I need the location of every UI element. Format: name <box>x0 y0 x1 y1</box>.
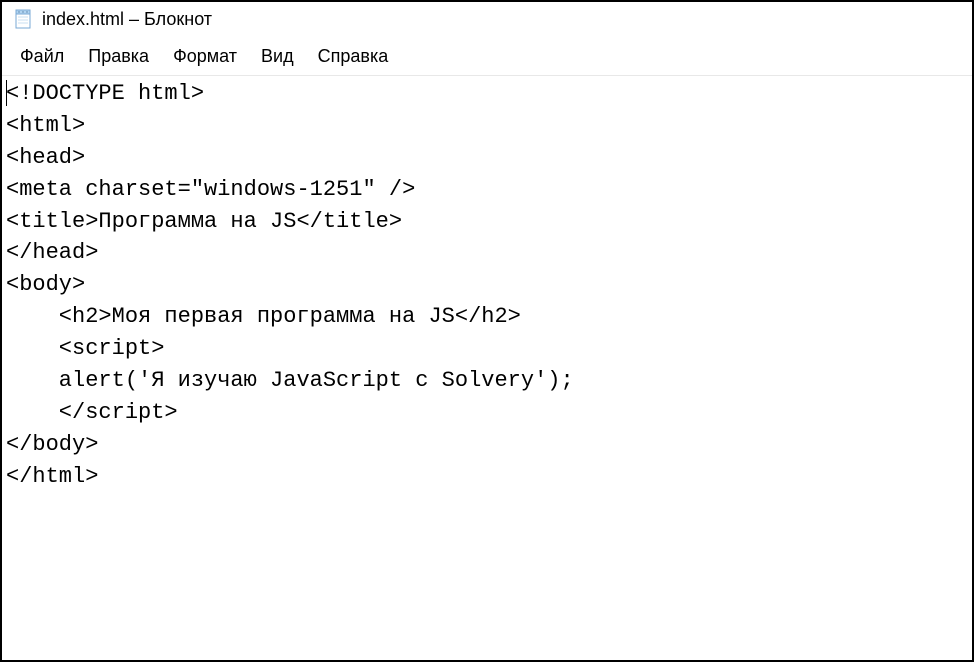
menu-bar: Файл Правка Формат Вид Справка <box>2 36 972 76</box>
menu-file[interactable]: Файл <box>8 44 76 69</box>
text-editor-area[interactable]: <!DOCTYPE html> <html> <head> <meta char… <box>2 76 972 660</box>
text-cursor <box>6 80 7 106</box>
code-line: <h2>Моя первая программа на JS</h2> <box>6 304 521 329</box>
code-line: <script> <box>6 336 164 361</box>
code-content: <!DOCTYPE html> <html> <head> <meta char… <box>6 78 968 493</box>
code-line: </html> <box>6 464 98 489</box>
notepad-window: index.html – Блокнот Файл Правка Формат … <box>0 0 974 662</box>
title-bar: index.html – Блокнот <box>2 2 972 36</box>
code-line: alert('Я изучаю JavaScript с Solvery'); <box>6 368 574 393</box>
code-line: <meta charset="windows-1251" /> <box>6 177 415 202</box>
menu-help[interactable]: Справка <box>306 44 401 69</box>
menu-edit[interactable]: Правка <box>76 44 161 69</box>
code-line: </body> <box>6 432 98 457</box>
menu-view[interactable]: Вид <box>249 44 306 69</box>
notepad-icon <box>12 8 34 30</box>
code-line: <!DOCTYPE html> <box>6 81 204 106</box>
window-title: index.html – Блокнот <box>42 9 212 30</box>
code-line: </head> <box>6 240 98 265</box>
code-line: <body> <box>6 272 85 297</box>
code-line: <title>Программа на JS</title> <box>6 209 402 234</box>
code-line: <head> <box>6 145 85 170</box>
code-line: </script> <box>6 400 178 425</box>
menu-format[interactable]: Формат <box>161 44 249 69</box>
code-line: <html> <box>6 113 85 138</box>
